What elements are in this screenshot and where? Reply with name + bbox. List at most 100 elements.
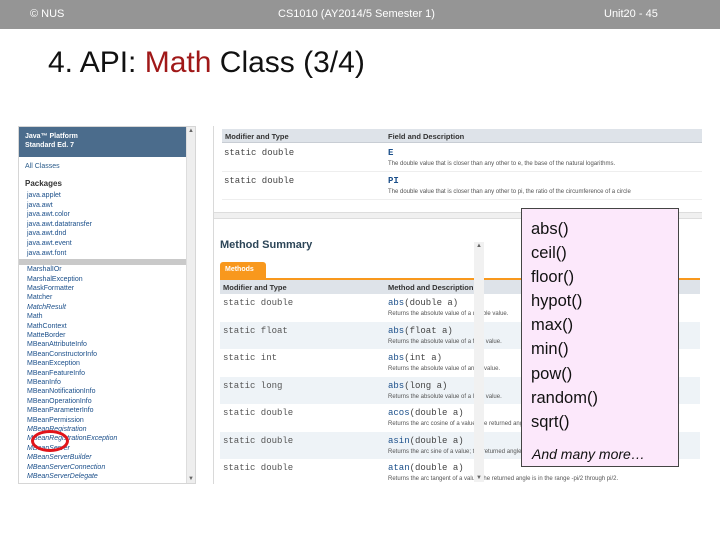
method-type: static long bbox=[223, 380, 283, 391]
detail-scrollbar[interactable]: ▲ ▼ bbox=[474, 242, 484, 482]
class-item[interactable]: Matcher bbox=[27, 293, 195, 302]
class-list-frame: Java™ Platform Standard Ed. 7 All Classe… bbox=[18, 126, 196, 484]
class-item[interactable]: MBeanServerDelegate bbox=[27, 472, 195, 481]
method-args: (long a) bbox=[404, 380, 448, 391]
field-type: static double bbox=[224, 176, 295, 186]
class-item[interactable]: MBeanInfo bbox=[27, 378, 195, 387]
method-name-link[interactable]: abs bbox=[388, 326, 404, 336]
method-type: static int bbox=[223, 353, 278, 363]
method-description: Returns the absolute value of a float va… bbox=[388, 338, 502, 345]
package-item[interactable]: java.awt.event bbox=[27, 239, 195, 249]
slide-number: Unit20 - 45 bbox=[604, 8, 658, 20]
method-name-item: ceil() bbox=[531, 244, 567, 263]
method-name-item: sqrt() bbox=[531, 412, 570, 431]
method-name-item: random() bbox=[531, 388, 598, 407]
package-item[interactable]: java.awt.font bbox=[27, 249, 195, 259]
method-signature: abs(double a) bbox=[388, 298, 458, 308]
package-item[interactable]: java.awt bbox=[27, 201, 195, 211]
method-name-link[interactable]: asin bbox=[388, 436, 410, 446]
class-item[interactable]: MatchResult bbox=[27, 303, 195, 312]
scroll-up-icon[interactable]: ▲ bbox=[188, 128, 194, 134]
field-col-desc: Field and Description bbox=[388, 132, 465, 141]
platform-header-line2: Standard Ed. 7 bbox=[25, 142, 75, 149]
scroll-down-icon[interactable]: ▼ bbox=[188, 476, 194, 482]
field-description: The double value that is closer than any… bbox=[388, 189, 631, 195]
slide-title: 4. API: Math Class (3/4) bbox=[48, 46, 365, 80]
title-suffix: Class (3/4) bbox=[211, 46, 365, 79]
class-item[interactable]: MBeanParameterInfo bbox=[27, 406, 195, 415]
method-col-type: Modifier and Type bbox=[223, 283, 287, 292]
field-row: static double PI The double value that is … bbox=[222, 172, 702, 200]
method-signature: abs(int a) bbox=[388, 353, 442, 363]
field-type: static double bbox=[224, 148, 295, 158]
platform-header-line1: Java™ Platform bbox=[25, 133, 78, 140]
method-name-item: floor() bbox=[531, 268, 575, 287]
package-item[interactable]: java.awt.dnd bbox=[27, 229, 195, 239]
packages-heading: Packages bbox=[25, 179, 62, 188]
class-item[interactable]: MaskFormatter bbox=[27, 284, 195, 293]
field-name-link[interactable]: E bbox=[388, 148, 393, 158]
method-type: static double bbox=[223, 435, 294, 446]
class-item[interactable]: MatteBorder bbox=[27, 331, 195, 340]
method-type: static double bbox=[223, 463, 294, 473]
field-summary-header: Modifier and Type Field and Description bbox=[222, 129, 702, 143]
method-signature: atan(double a) bbox=[388, 463, 464, 473]
class-item[interactable]: MBeanServerDelegateMBean bbox=[27, 482, 195, 484]
class-item[interactable]: MBeanOperationInfo bbox=[27, 397, 195, 406]
class-item[interactable]: MBeanNotificationInfo bbox=[27, 387, 195, 396]
method-args: (double a) bbox=[409, 408, 464, 418]
method-name-item: hypot() bbox=[531, 292, 583, 311]
method-name-link[interactable]: atan bbox=[388, 463, 410, 473]
method-type: static float bbox=[223, 325, 288, 336]
method-description: Returns the absolute value of a double v… bbox=[388, 311, 509, 317]
class-item[interactable]: MBeanConstructorInfo bbox=[27, 350, 195, 359]
method-summary-title: Method Summary bbox=[220, 239, 313, 251]
method-type: static double bbox=[223, 298, 294, 308]
package-item[interactable]: java.awt.color bbox=[27, 210, 195, 220]
field-name-link[interactable]: PI bbox=[388, 176, 399, 186]
class-item[interactable]: MBeanFeatureInfo bbox=[27, 369, 195, 378]
class-list-scrollbar[interactable]: ▲ ▼ bbox=[186, 127, 195, 483]
method-name-list: abs() ceil() floor() hypot() max() min() pow()… bbox=[522, 209, 678, 434]
more-methods-note: And many more… bbox=[532, 446, 645, 462]
method-signature: abs(long a) bbox=[388, 381, 447, 391]
class-item[interactable]: MBeanException bbox=[27, 359, 195, 368]
copyright-label: © NUS bbox=[30, 8, 65, 20]
course-label: CS1010 (AY2014/5 Semester 1) bbox=[278, 8, 435, 20]
method-args: (double a) bbox=[409, 463, 464, 473]
math-highlight-circle bbox=[31, 430, 69, 452]
class-item-math[interactable]: Math bbox=[27, 312, 195, 321]
method-description: Returns the arc tangent of a value; the … bbox=[388, 476, 619, 482]
method-description: Returns the absolute value of a long val… bbox=[388, 393, 502, 400]
class-item[interactable]: MBeanPermission bbox=[27, 416, 195, 425]
title-prefix: 4. API: bbox=[48, 46, 145, 79]
class-item[interactable]: MBeanServerConnection bbox=[27, 463, 195, 472]
field-description: The double value that is closer than any… bbox=[388, 161, 616, 167]
class-item[interactable]: MarshalException bbox=[27, 275, 195, 284]
title-accent: Math bbox=[144, 46, 212, 79]
scroll-down-icon[interactable]: ▼ bbox=[476, 475, 482, 481]
package-item[interactable]: java.applet bbox=[27, 191, 195, 201]
method-name-link[interactable]: acos bbox=[388, 408, 410, 418]
method-signature: asin(double a) bbox=[388, 436, 464, 446]
class-item[interactable]: MBeanAttributeInfo bbox=[27, 340, 195, 349]
method-args: (int a) bbox=[404, 353, 443, 363]
class-item[interactable]: MarshalIOr bbox=[27, 265, 195, 274]
method-signature: acos(double a) bbox=[388, 408, 464, 418]
class-item[interactable]: MathContext bbox=[27, 322, 195, 331]
method-name-link[interactable]: abs bbox=[388, 298, 404, 308]
class-item[interactable]: MBeanServerBuilder bbox=[27, 453, 195, 462]
method-type: static double bbox=[223, 408, 294, 418]
method-name-link[interactable]: abs bbox=[388, 353, 404, 363]
field-col-type: Modifier and Type bbox=[225, 132, 289, 141]
tab-methods[interactable]: Methods bbox=[220, 262, 266, 279]
all-classes-link[interactable]: All Classes bbox=[19, 157, 195, 170]
method-args: (double a) bbox=[409, 435, 464, 446]
package-item[interactable]: java.awt.datatransfer bbox=[27, 220, 195, 230]
slide-header: © NUS CS1010 (AY2014/5 Semester 1) Unit2… bbox=[0, 0, 720, 29]
method-col-desc: Method and Description bbox=[388, 283, 474, 292]
method-name-link[interactable]: abs bbox=[388, 381, 404, 391]
method-args: (float a) bbox=[404, 325, 453, 336]
method-args: (double a) bbox=[404, 298, 459, 308]
scroll-up-icon[interactable]: ▲ bbox=[476, 243, 482, 249]
